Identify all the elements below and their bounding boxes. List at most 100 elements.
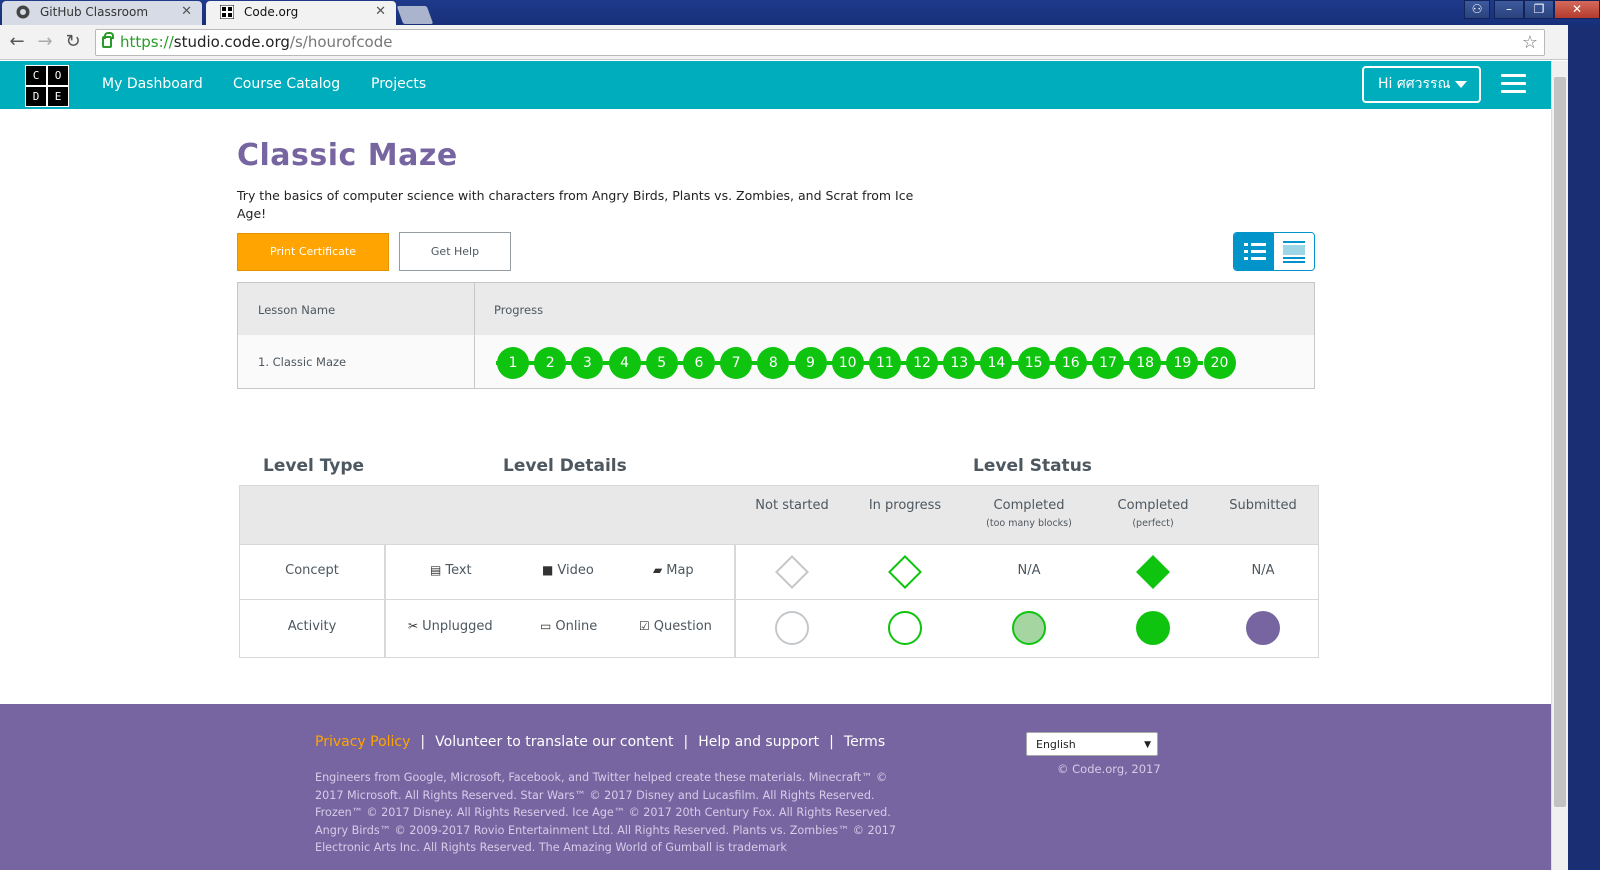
- footer-fine-print: Engineers from Google, Microsoft, Facebo…: [315, 771, 896, 855]
- level-bubble-wrapper: 13: [942, 346, 980, 380]
- level-bubble-wrapper: 18: [1128, 346, 1166, 380]
- tab-github-classroom[interactable]: GitHub Classroom ✕: [2, 1, 202, 25]
- tab-code-org[interactable]: Code.org ✕: [206, 1, 396, 25]
- level-bubble[interactable]: 8: [757, 347, 790, 379]
- language-select[interactable]: English ▼: [1026, 732, 1158, 756]
- circle-completed-too-many-blocks-icon: [1012, 611, 1046, 645]
- status-completed-too-many-blocks: Completed (too many blocks): [986, 498, 1072, 529]
- window-controls: ⚇ – ❐ ✕: [1464, 0, 1600, 20]
- star-icon[interactable]: ☆: [1522, 30, 1538, 55]
- detail-map: ▰ Map: [653, 563, 694, 578]
- level-bubble[interactable]: 15: [1017, 347, 1050, 379]
- column-header-progress: Progress: [494, 303, 544, 317]
- restore-button[interactable]: ❐: [1524, 0, 1554, 19]
- diamond-not-started-icon: [775, 555, 809, 589]
- level-bubble[interactable]: 12: [906, 347, 939, 379]
- status-label: Submitted: [1229, 498, 1297, 513]
- level-bubble[interactable]: 16: [1054, 347, 1087, 379]
- status-na: N/A: [1251, 563, 1275, 578]
- level-bubble[interactable]: 4: [608, 347, 641, 379]
- minimize-button[interactable]: –: [1494, 0, 1524, 19]
- legend-heading-level-details: Level Details: [503, 456, 627, 476]
- scrollbar-thumb[interactable]: [1554, 77, 1566, 807]
- level-bubble-wrapper: 12: [905, 346, 943, 380]
- lesson-name[interactable]: 1. Classic Maze: [258, 355, 346, 369]
- course-description: Try the basics of computer science with …: [237, 188, 914, 221]
- document-icon: ▤: [430, 563, 442, 577]
- level-bubble[interactable]: 17: [1092, 347, 1124, 379]
- view-toggle: [1233, 232, 1315, 271]
- status-label: Not started: [755, 498, 829, 513]
- level-bubble[interactable]: 2: [534, 347, 567, 379]
- nav-course-catalog[interactable]: Course Catalog: [233, 76, 340, 92]
- status-label: Completed: [1117, 498, 1189, 513]
- level-bubble[interactable]: 1: [497, 347, 529, 379]
- circle-submitted-icon: [1246, 611, 1280, 645]
- detail-online: ▭ Online: [540, 619, 597, 634]
- level-bubble[interactable]: 14: [980, 347, 1013, 379]
- detail-view-button[interactable]: [1274, 233, 1314, 270]
- status-completed-perfect: Completed (perfect): [1118, 498, 1189, 529]
- level-bubble-wrapper: 11: [867, 346, 906, 380]
- volunteer-translate-link[interactable]: Volunteer to translate our content: [435, 734, 673, 750]
- level-bubble[interactable]: 7: [720, 347, 753, 379]
- status-in-progress: In progress: [869, 498, 941, 513]
- status-label: In progress: [868, 498, 942, 513]
- get-help-button[interactable]: Get Help: [399, 232, 511, 271]
- desktop-icon: ▭: [540, 619, 552, 633]
- level-bubble[interactable]: 18: [1129, 347, 1162, 379]
- user-profile-icon[interactable]: ⚇: [1464, 0, 1490, 19]
- help-support-link[interactable]: Help and support: [698, 734, 819, 750]
- level-bubble[interactable]: 20: [1203, 347, 1236, 379]
- legend-row-concept: Concept ▤ Text ■ Video ▰ Map N/A N/A: [240, 544, 1318, 601]
- page-scrollbar[interactable]: [1551, 61, 1568, 870]
- close-icon[interactable]: ✕: [181, 1, 192, 23]
- browser-tab-strip: GitHub Classroom ✕ Code.org ✕ ⚇ – ❐ ✕: [0, 0, 1600, 25]
- forward-arrow-icon[interactable]: →: [34, 31, 56, 53]
- privacy-policy-link[interactable]: Privacy Policy: [315, 734, 410, 750]
- level-bubble[interactable]: 10: [831, 347, 864, 379]
- close-icon[interactable]: ✕: [375, 1, 386, 23]
- terms-link[interactable]: Terms: [844, 734, 885, 750]
- column-divider: [474, 283, 475, 388]
- legend-heading-level-type: Level Type: [263, 456, 365, 476]
- summary-view-button[interactable]: [1234, 233, 1274, 270]
- code-org-logo[interactable]: C O D E: [25, 65, 69, 107]
- scissors-icon: ✂: [408, 619, 419, 633]
- nav-projects[interactable]: Projects: [371, 76, 426, 92]
- reload-icon[interactable]: ↻: [62, 31, 84, 53]
- nav-my-dashboard[interactable]: My Dashboard: [102, 76, 203, 92]
- github-icon: [16, 5, 30, 19]
- level-bubble-wrapper: 7: [719, 346, 757, 380]
- hamburger-menu-icon[interactable]: [1501, 74, 1526, 94]
- level-bubble-wrapper: 19: [1165, 346, 1203, 380]
- level-bubble[interactable]: 6: [682, 347, 715, 379]
- level-bubble[interactable]: 11: [868, 347, 901, 379]
- level-bubble[interactable]: 3: [571, 347, 604, 379]
- level-bubble[interactable]: 9: [794, 347, 827, 379]
- tab-label: Code.org: [244, 5, 299, 19]
- legend-header-row: Not started In progress Completed (too ma…: [240, 486, 1318, 544]
- url-path: /s/hourofcode: [289, 33, 393, 51]
- level-bubble[interactable]: 13: [943, 347, 976, 379]
- table-header-row: Lesson Name Progress: [238, 283, 1314, 335]
- level-bubble-wrapper: 17: [1091, 346, 1129, 380]
- user-menu-button[interactable]: Hi ศศวรรณ: [1362, 66, 1481, 103]
- level-bubble-wrapper: 20: [1203, 346, 1240, 380]
- address-bar[interactable]: https://studio.code.org/s/hourofcode ☆: [95, 29, 1545, 56]
- level-bubble[interactable]: 19: [1166, 347, 1199, 379]
- level-bubble[interactable]: 5: [645, 347, 678, 379]
- detail-video: ■ Video: [542, 563, 594, 578]
- level-bubble-wrapper: 5: [644, 346, 682, 380]
- back-arrow-icon[interactable]: ←: [6, 31, 28, 53]
- page-title: Classic Maze: [237, 138, 458, 173]
- level-bubble-wrapper: 8: [756, 346, 794, 380]
- new-tab-button[interactable]: [396, 6, 434, 24]
- diamond-in-progress-icon: [888, 555, 922, 589]
- map-icon: ▰: [653, 563, 663, 577]
- print-certificate-button[interactable]: Print Certificate: [237, 233, 389, 271]
- window-close-button[interactable]: ✕: [1554, 0, 1600, 19]
- detail-list-icon: [1283, 241, 1305, 263]
- logo-letter: D: [26, 87, 46, 106]
- level-bubble-wrapper: 3: [570, 346, 608, 380]
